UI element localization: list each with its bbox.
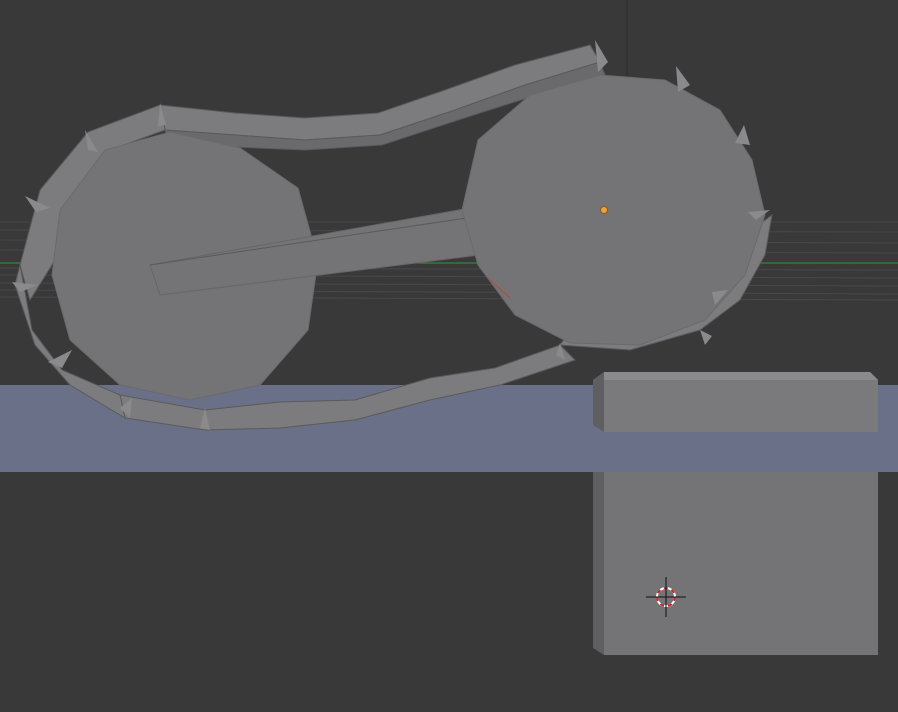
origin-dot [600, 206, 608, 214]
box-object[interactable] [593, 372, 878, 655]
3d-viewport[interactable] [0, 0, 898, 712]
viewport-scene[interactable] [0, 0, 898, 712]
